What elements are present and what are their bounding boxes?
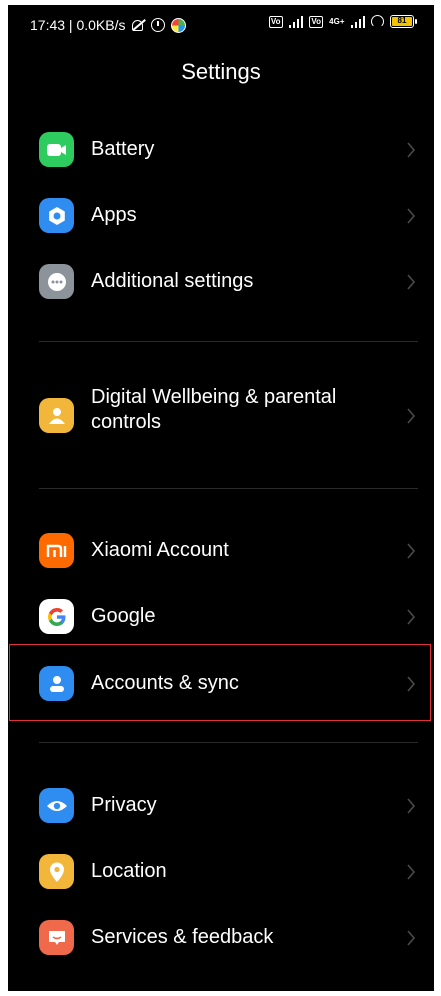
- section-divider: [39, 488, 418, 489]
- chevron-right-icon: [407, 141, 416, 158]
- mi-logo-icon: [39, 533, 74, 568]
- settings-item-privacy[interactable]: Privacy: [8, 788, 434, 823]
- alarm-icon: [151, 18, 166, 32]
- hotspot-icon: [371, 15, 384, 28]
- settings-item-digital-wellbeing[interactable]: Digital Wellbeing & parental controls: [8, 386, 434, 433]
- settings-item-google[interactable]: Google: [8, 599, 434, 634]
- signal-strength-icon: [288, 15, 304, 28]
- chevron-right-icon: [407, 207, 416, 224]
- settings-item-label: Xiaomi Account: [91, 539, 229, 561]
- network-type-label: 4G+: [329, 16, 345, 26]
- settings-item-battery[interactable]: Battery: [8, 132, 434, 167]
- status-time: 17:43 | 0.0KB/s: [30, 17, 126, 33]
- settings-item-label: Battery: [91, 138, 155, 160]
- status-left: 17:43 | 0.0KB/s: [30, 17, 187, 33]
- settings-item-label: Apps: [91, 204, 137, 226]
- section-divider: [39, 742, 418, 743]
- chevron-right-icon: [407, 608, 416, 625]
- volte-icon: Vo: [268, 15, 283, 28]
- settings-screen: 17:43 | 0.0KB/s Vo Vo 4G+ 81 Settings Ba…: [8, 5, 434, 991]
- location-pin-icon: [39, 854, 74, 889]
- chevron-right-icon: [407, 542, 416, 559]
- notification-muted-icon: [131, 19, 145, 31]
- chevron-right-icon: [407, 407, 416, 424]
- settings-item-additional-settings[interactable]: Additional settings: [8, 264, 434, 299]
- settings-item-label: Location: [91, 860, 167, 882]
- settings-item-location[interactable]: Location: [8, 854, 434, 889]
- settings-item-label: Additional settings: [91, 270, 254, 292]
- wellbeing-person-icon: [39, 398, 74, 433]
- battery-indicator-icon: 81: [390, 15, 417, 28]
- settings-item-apps[interactable]: Apps: [8, 198, 434, 233]
- settings-item-services-feedback[interactable]: Services & feedback: [8, 920, 434, 955]
- volte-icon-2: Vo: [309, 15, 324, 28]
- google-g-icon: [39, 599, 74, 634]
- page-title: Settings: [181, 59, 261, 84]
- battery-level: 81: [392, 17, 412, 26]
- chevron-right-icon: [407, 929, 416, 946]
- settings-item-label: Privacy: [91, 794, 157, 816]
- chevron-right-icon: [407, 863, 416, 880]
- highlight-box: [9, 644, 431, 721]
- more-dots-icon: [39, 264, 74, 299]
- gear-icon: [39, 198, 74, 233]
- settings-item-label: Digital Wellbeing & parental controls: [91, 386, 337, 433]
- settings-item-xiaomi-account[interactable]: Xiaomi Account: [8, 533, 434, 568]
- battery-icon: [39, 132, 74, 167]
- section-divider: [39, 341, 418, 342]
- signal-strength-icon-2: [350, 15, 365, 28]
- settings-item-label: Google: [91, 605, 156, 627]
- eye-icon: [39, 788, 74, 823]
- settings-item-label: Services & feedback: [91, 926, 274, 948]
- status-right: Vo Vo 4G+ 81: [268, 15, 417, 28]
- feedback-icon: [39, 920, 74, 955]
- chevron-right-icon: [407, 797, 416, 814]
- status-bar: 17:43 | 0.0KB/s Vo Vo 4G+ 81: [8, 5, 434, 45]
- chevron-right-icon: [407, 273, 416, 290]
- app-notification-icon: [171, 17, 187, 33]
